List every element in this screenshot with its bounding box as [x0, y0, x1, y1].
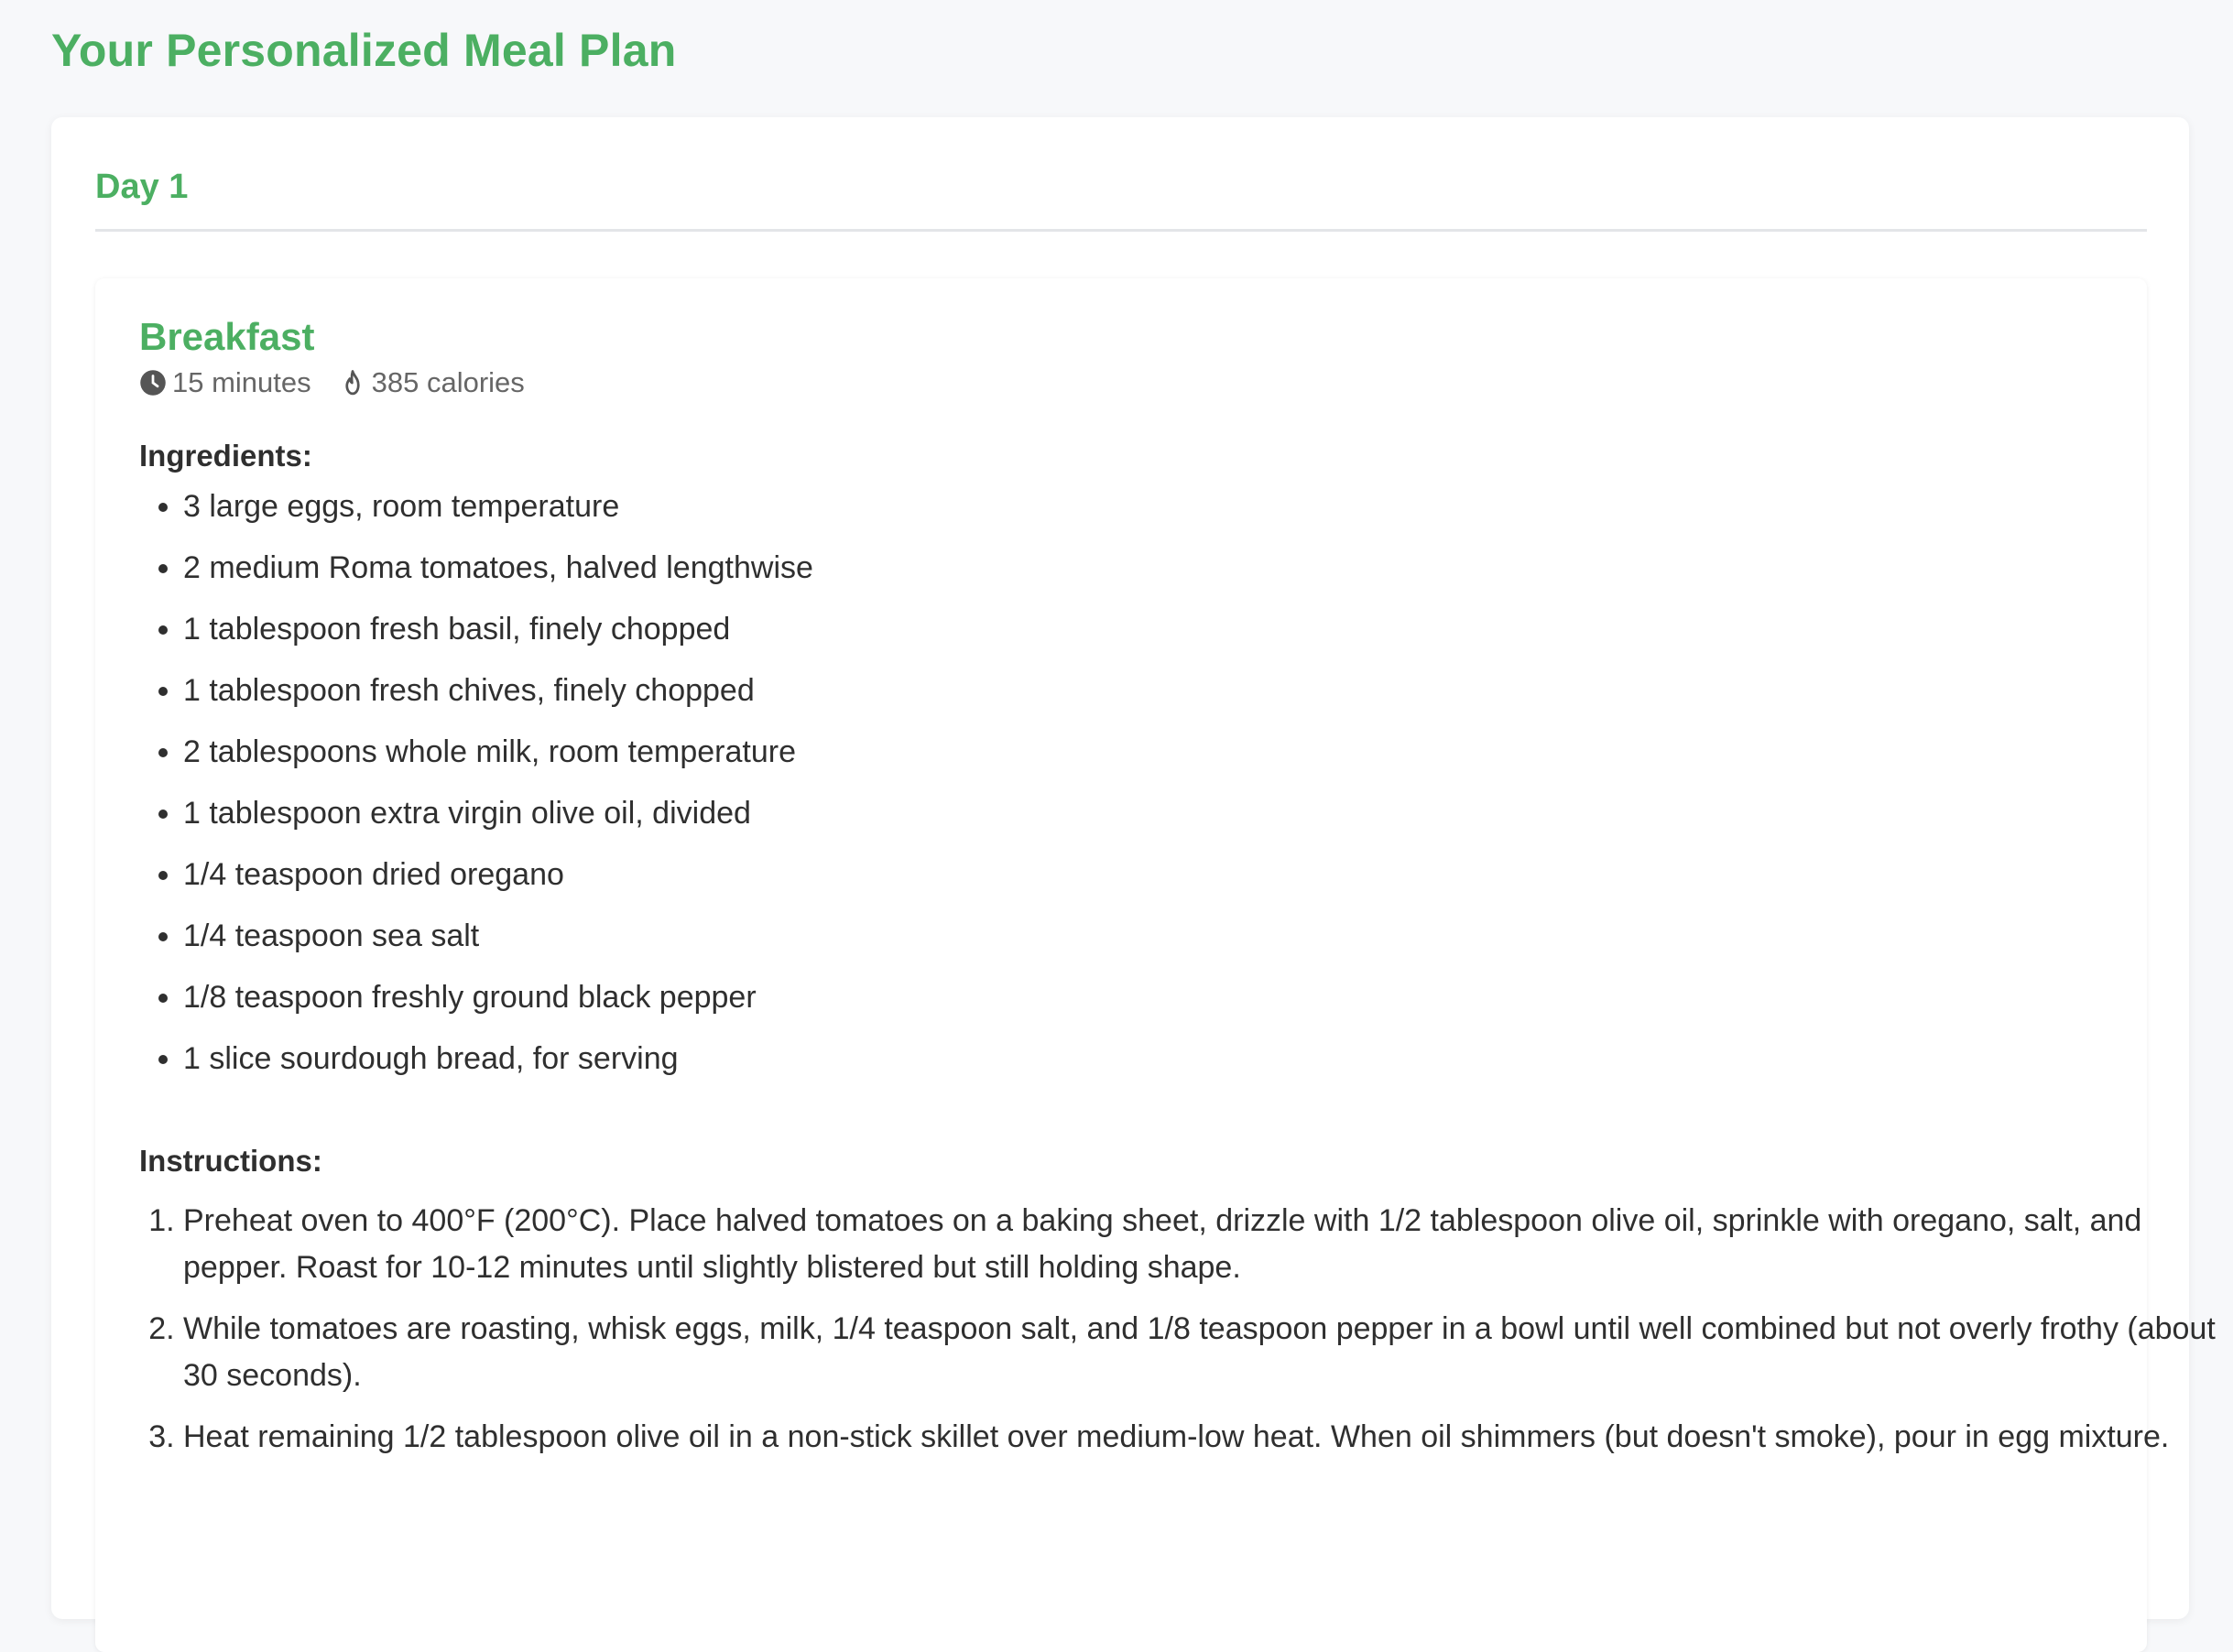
- ingredient-item: 1/4 teaspoon dried oregano: [183, 856, 2107, 918]
- meal-title: Breakfast: [139, 315, 315, 358]
- ingredient-item: 2 medium Roma tomatoes, halved lengthwis…: [183, 549, 2107, 611]
- prep-time-text: 15 minutes: [172, 366, 311, 398]
- ingredient-item: 1/4 teaspoon sea salt: [183, 918, 2107, 979]
- instruction-step: While tomatoes are roasting, whisk eggs,…: [183, 1306, 2233, 1399]
- clock-icon: [140, 370, 166, 396]
- day-title: Day 1: [95, 168, 189, 206]
- calorie-count-text: 385 calories: [371, 366, 525, 398]
- ingredient-item: 1 tablespoon extra virgin olive oil, div…: [183, 795, 2107, 856]
- ingredient-item: 2 tablespoons whole milk, room temperatu…: [183, 734, 2107, 795]
- calorie-count: 385 calories: [339, 364, 525, 401]
- day-divider: [95, 229, 2147, 232]
- ingredient-item: 1 slice sourdough bread, for serving: [183, 1040, 2107, 1102]
- ingredients-label: Ingredients:: [139, 439, 312, 473]
- ingredient-item: 3 large eggs, room temperature: [183, 488, 2107, 549]
- instructions-list: Preheat oven to 400°F (200°C). Place hal…: [139, 1198, 2233, 1475]
- day-card: Day 1 Breakfast 15 minutes 385 calories …: [51, 117, 2216, 1652]
- instructions-label: Instructions:: [139, 1144, 322, 1178]
- prep-time: 15 minutes: [139, 364, 311, 401]
- ingredient-item: 1/8 teaspoon freshly ground black pepper: [183, 979, 2107, 1040]
- fire-icon: [345, 370, 360, 396]
- ingredient-item: 1 tablespoon fresh basil, finely chopped: [183, 611, 2107, 672]
- ingredients-list: 3 large eggs, room temperature 2 medium …: [139, 488, 2107, 1102]
- instruction-step: Preheat oven to 400°F (200°C). Place hal…: [183, 1198, 2233, 1291]
- meal-meta: 15 minutes 385 calories: [139, 364, 552, 401]
- instruction-step: Heat remaining 1/2 tablespoon olive oil …: [183, 1414, 2233, 1461]
- meal-card-breakfast: Breakfast 15 minutes 385 calories Ingred…: [95, 278, 2216, 1652]
- ingredient-item: 1 tablespoon fresh chives, finely choppe…: [183, 672, 2107, 734]
- page-title: Your Personalized Meal Plan: [51, 25, 677, 76]
